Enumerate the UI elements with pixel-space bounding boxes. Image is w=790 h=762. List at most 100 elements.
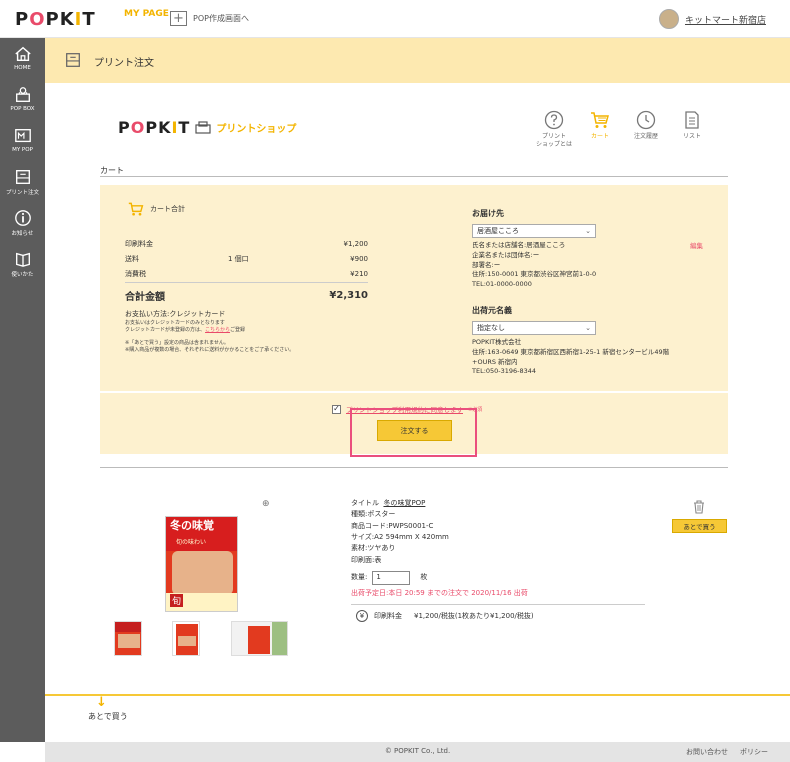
ship-date: 出荷予定日:本日 20:59 までの注文で 2020/11/16 出荷: [351, 588, 528, 597]
price-row-total: 合計金額 ¥2,310: [125, 286, 368, 304]
order-button[interactable]: 注文する: [377, 420, 452, 441]
later-note: ※「あとで買う」設定の商品は含まれません。: [125, 339, 229, 346]
buy-later-button[interactable]: あとで買う: [672, 519, 727, 533]
product-type: 種類:ポスター: [351, 510, 396, 519]
trash-icon[interactable]: [692, 499, 706, 514]
total-label: 合計金額: [125, 291, 165, 303]
policy-link[interactable]: ポリシー: [740, 747, 768, 757]
shop-nav: プリント ショップとは カート 注文履歴 リスト: [534, 110, 712, 149]
item-price: ¥ 印刷料金 ¥1,200/税抜(1枚あたり¥1,200/税抜): [356, 610, 534, 622]
chevron-down-icon: ⌄: [585, 227, 591, 235]
copyright: © POPKIT Co., Ltd.: [384, 747, 451, 755]
list-icon: [685, 111, 699, 129]
agree-checkbox[interactable]: ✓: [332, 404, 341, 414]
footer: © POPKIT Co., Ltd. お問い合わせ ポリシー: [45, 742, 790, 762]
quantity-unit: 枚: [420, 573, 428, 582]
later-section-divider: [45, 694, 790, 696]
clock-icon: [636, 110, 656, 130]
shipping-label: 送料: [125, 254, 139, 263]
printer-icon: [195, 120, 211, 134]
shipping-to-heading: お届け先: [472, 209, 504, 218]
sidebar-item-label: MY POP: [12, 147, 33, 153]
zoom-icon[interactable]: ⊕: [262, 499, 270, 509]
sidebar-item-label: HOME: [14, 65, 31, 71]
quantity-input[interactable]: 1: [372, 570, 411, 585]
edit-address-link[interactable]: 編集: [690, 240, 703, 250]
popkit-logo[interactable]: POPKIT: [15, 9, 96, 30]
pop-create-link[interactable]: + POP作成画面へ: [170, 11, 249, 26]
register-card-link[interactable]: こちらから: [205, 327, 230, 333]
divider: [100, 467, 728, 468]
cart-icon: [591, 112, 609, 128]
nav-about-label: プリント ショップとは: [535, 133, 572, 148]
nav-list-label: リスト: [682, 133, 701, 140]
sidebar: HOME POP BOX MY POP プリント注文 お知らせ 使いかた: [0, 38, 45, 742]
nav-cart[interactable]: カート: [580, 110, 620, 149]
page-header: プリント注文: [45, 38, 790, 83]
print-order-icon: [15, 170, 30, 184]
question-icon: [544, 110, 564, 130]
product-code: 商品コード:PWPS0001-C: [351, 521, 434, 530]
product-image[interactable]: 冬の味覚 旬の味わい 旬: [165, 516, 238, 612]
poster-subtitle: 旬の味わい: [176, 539, 207, 546]
sidebar-item-print-order[interactable]: プリント注文: [0, 168, 45, 202]
sidebar-item-home[interactable]: HOME: [0, 45, 45, 79]
cart-total-header: カート合計: [128, 201, 185, 217]
nav-list[interactable]: リスト: [672, 110, 712, 149]
shipping-to: お届け先 居酒屋こころ ⌄ 氏名または店舗名:居酒屋こころ 企業名または団体名:…: [472, 208, 712, 290]
quantity-row: 数量: 1 枚: [351, 570, 651, 585]
price-table: 印刷料金 ¥1,200 送料 1 個口 ¥900 消費税 ¥210 合計金額 ¥…: [125, 236, 368, 304]
book-icon: [15, 252, 30, 267]
print-fee-value: ¥1,200: [343, 239, 369, 248]
home-icon: [14, 46, 31, 62]
nav-about-shop[interactable]: プリント ショップとは: [534, 110, 574, 149]
payment-info: お支払い方法:クレジットカード お支払いはクレジットカードのみとなります クレジ…: [125, 309, 375, 354]
mypage-label: MY PAGE: [124, 9, 169, 19]
nav-cart-label: カート: [590, 133, 609, 140]
sidebar-item-pop-box[interactable]: POP BOX: [0, 86, 45, 120]
contact-link[interactable]: お問い合わせ: [686, 747, 728, 757]
product-thumbnail[interactable]: [114, 621, 142, 656]
pop-box-icon: [15, 87, 30, 102]
product-detail: タイトル 冬の味覚POP 種類:ポスター 商品コード:PWPS0001-C サイ…: [351, 498, 651, 599]
tax-value: ¥210: [350, 269, 368, 278]
shipping-to-select[interactable]: 居酒屋こころ ⌄: [472, 224, 596, 238]
poster-title: 冬の味覚: [170, 519, 214, 532]
plus-icon: +: [170, 11, 187, 26]
nav-history-label: 注文履歴: [633, 133, 658, 140]
user-menu[interactable]: キットマート新宿店: [658, 9, 766, 29]
price-value: ¥1,200/税抜(1枚あたり¥1,200/税抜): [414, 612, 534, 620]
page-title: プリント注文: [94, 58, 154, 69]
price-row-print: 印刷料金 ¥1,200: [125, 236, 368, 251]
product-thumbnail[interactable]: [172, 621, 200, 656]
print-fee-label: 印刷料金: [125, 239, 153, 248]
sender-info: 出荷元名義 指定なし ⌄ POPKIT株式会社 住所:163-0649 東京都新…: [472, 305, 712, 377]
sidebar-item-my-pop[interactable]: MY POP: [0, 127, 45, 161]
product-print-side: 印刷面:表: [351, 555, 382, 564]
product-title-row: タイトル 冬の味覚POP: [351, 499, 426, 507]
poster-mark: 旬: [170, 594, 183, 607]
print-order-icon: [66, 53, 80, 67]
shipping-count: 1 個口: [228, 254, 249, 263]
product-thumbnail[interactable]: [231, 621, 288, 656]
yen-icon: ¥: [356, 610, 368, 622]
cart-total-title: カート合計: [150, 205, 185, 213]
top-bar: POPKIT MY PAGE + POP作成画面へ キットマート新宿店: [0, 0, 790, 38]
sidebar-item-howto[interactable]: 使いかた: [0, 250, 45, 284]
divider: [125, 282, 368, 283]
shipping-value: ¥900: [350, 254, 368, 263]
my-pop-icon: [14, 129, 31, 143]
shipping-note: ※購入商品が複数の場合、それぞれに送料がかかることをご了承ください。: [125, 346, 295, 353]
sidebar-item-label: お知らせ: [11, 231, 34, 237]
sender-select[interactable]: 指定なし ⌄: [472, 321, 596, 335]
nav-order-history[interactable]: 注文履歴: [626, 110, 666, 149]
sidebar-item-info[interactable]: お知らせ: [0, 209, 45, 243]
product-title-link[interactable]: 冬の味覚POP: [383, 499, 425, 507]
later-section-title: あとで買う: [88, 712, 128, 721]
avatar: [658, 9, 679, 29]
tax-label: 消費税: [125, 269, 146, 278]
price-row-shipping: 送料 1 個口 ¥900: [125, 251, 368, 266]
chevron-down-icon: ⌄: [585, 324, 591, 332]
divider: [351, 604, 645, 605]
sidebar-item-label: POP BOX: [10, 106, 35, 112]
